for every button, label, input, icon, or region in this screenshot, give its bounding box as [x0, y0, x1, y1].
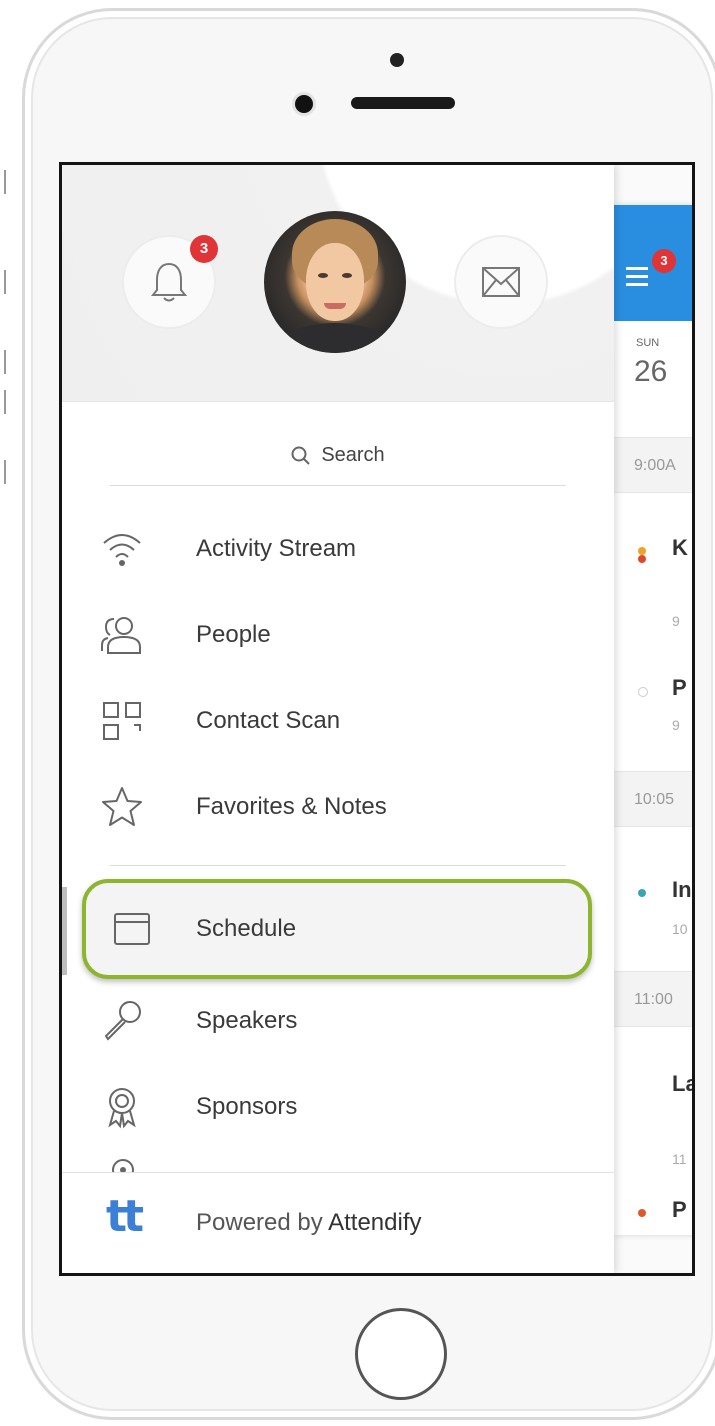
- menu-item-contact-scan[interactable]: Contact Scan: [62, 683, 614, 759]
- home-button[interactable]: [355, 1308, 447, 1400]
- session-title[interactable]: K: [672, 535, 688, 561]
- navigation-drawer: 3 Search Activity Stream People Contact …: [62, 165, 614, 1273]
- wifi-icon: [103, 534, 141, 566]
- session-time: 9: [672, 717, 680, 733]
- schedule-date[interactable]: 26: [634, 355, 667, 389]
- messages-button[interactable]: [454, 235, 548, 329]
- side-mark: [4, 270, 6, 294]
- search-placeholder: Search: [321, 444, 385, 466]
- time-slot: 10:05: [614, 771, 692, 827]
- notifications-badge: 3: [190, 235, 218, 263]
- menu-label: Activity Stream: [196, 535, 357, 562]
- schedule-panel: 3 SUN 26 9:00A K 9 P 9 10:05 In 10 11:00…: [614, 205, 692, 1235]
- calendar-icon: [114, 913, 150, 945]
- phone-side-marks: [0, 110, 22, 1360]
- track-color-icon: [638, 1209, 646, 1217]
- menu-item-activity-stream[interactable]: Activity Stream: [62, 511, 614, 587]
- session-title[interactable]: P: [672, 1197, 687, 1223]
- menu-item-favorites-notes[interactable]: Favorites & Notes: [62, 769, 614, 845]
- time-slot: 9:00A: [614, 437, 692, 493]
- session-title[interactable]: La: [672, 1071, 692, 1097]
- avatar[interactable]: [264, 211, 406, 353]
- side-mark: [4, 170, 6, 194]
- menu-divider: [110, 865, 566, 866]
- session-time: 9: [672, 613, 680, 629]
- schedule-header: 3: [614, 205, 692, 321]
- track-color-icon: [638, 889, 646, 897]
- front-camera-icon: [295, 95, 313, 113]
- schedule-day: SUN: [636, 337, 660, 349]
- session-time: 10: [672, 921, 688, 937]
- menu-label: Schedule: [196, 915, 297, 942]
- drawer-footer: tt Powered by Attendify: [62, 1172, 614, 1273]
- time-slot: 11:00: [614, 971, 692, 1027]
- menu-label: Favorites & Notes: [196, 793, 387, 820]
- side-mark: [4, 390, 6, 414]
- menu-item-schedule[interactable]: Schedule: [82, 879, 592, 979]
- microphone-icon: [104, 1001, 141, 1041]
- bell-icon: [150, 262, 188, 302]
- app-screen: 3 SUN 26 9:00A K 9 P 9 10:05 In 10 11:00…: [59, 162, 695, 1276]
- menu-label: Speakers: [196, 1007, 298, 1034]
- menu-label: Contact Scan: [196, 707, 341, 734]
- qr-scan-icon: [103, 702, 141, 740]
- selected-indicator: [62, 887, 67, 975]
- session-time: 11: [672, 1151, 687, 1167]
- menu-label: Sponsors: [196, 1093, 298, 1120]
- hamburger-menu-icon[interactable]: [626, 267, 648, 270]
- powered-by-text: Powered by Attendify: [196, 1209, 422, 1236]
- earpiece-speaker: [351, 97, 455, 109]
- side-mark: [4, 460, 6, 484]
- menu-item-speakers[interactable]: Speakers: [62, 983, 614, 1059]
- menu-item-sponsors[interactable]: Sponsors: [62, 1069, 614, 1145]
- side-mark: [4, 350, 6, 374]
- star-icon: [102, 787, 142, 826]
- menu-badge: 3: [652, 249, 676, 273]
- people-icon: [101, 617, 141, 654]
- menu-item-people[interactable]: People: [62, 597, 614, 673]
- menu-label: People: [196, 621, 271, 648]
- drawer-header: 3: [62, 165, 614, 402]
- award-icon: [108, 1088, 136, 1129]
- session-title[interactable]: P: [672, 675, 687, 701]
- track-color-icon: [638, 687, 648, 697]
- brand-name: Attendify: [328, 1209, 422, 1236]
- attendify-logo: tt: [106, 1191, 144, 1242]
- envelope-icon: [482, 267, 520, 297]
- search-input[interactable]: Search: [110, 435, 566, 486]
- search-icon: [291, 446, 311, 465]
- session-title[interactable]: In: [672, 877, 692, 903]
- proximity-sensor: [390, 53, 404, 67]
- track-color-icon: [638, 547, 646, 555]
